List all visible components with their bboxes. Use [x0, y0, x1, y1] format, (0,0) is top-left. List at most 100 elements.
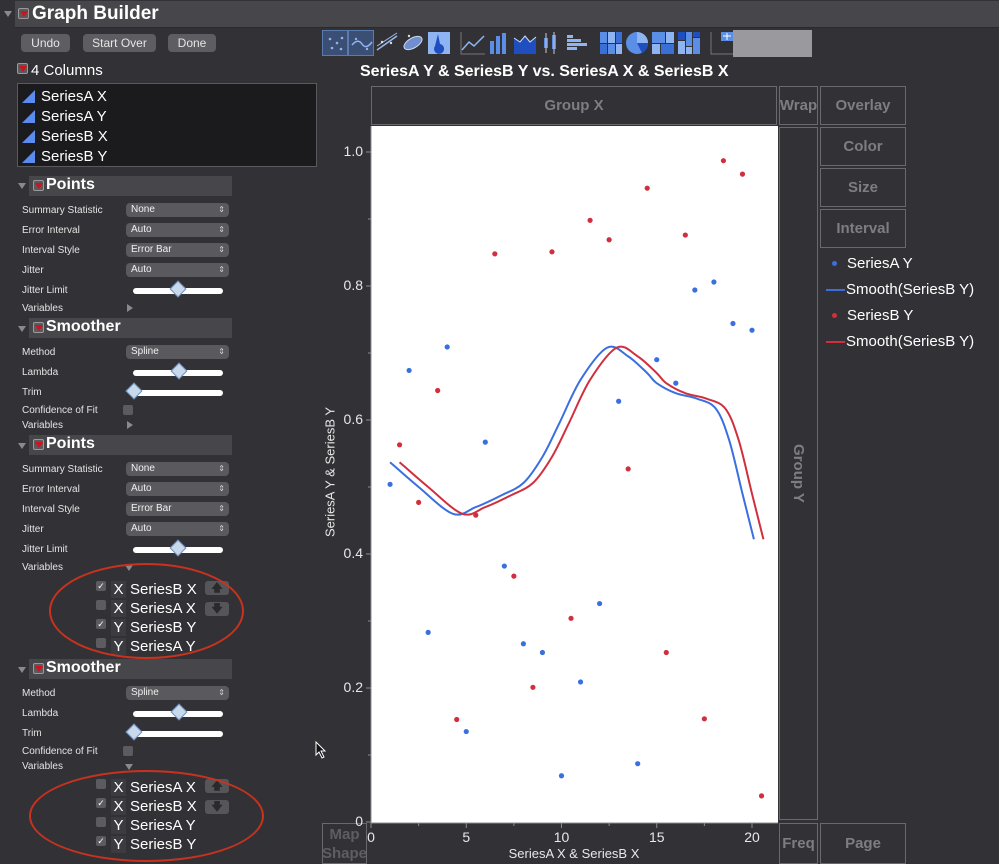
box-plot-icon[interactable] — [538, 30, 564, 56]
smoother-red-triangle-icon[interactable] — [33, 663, 44, 674]
jitter-limit-slider[interactable] — [133, 539, 223, 557]
data-point — [730, 320, 736, 327]
method-select[interactable]: Spline ⇕ — [126, 686, 229, 700]
confidence-of-fit-checkbox[interactable] — [123, 746, 133, 756]
data-point — [644, 185, 650, 191]
points-red-triangle-icon[interactable] — [33, 439, 44, 450]
start-over-button[interactable]: Start Over — [83, 34, 156, 52]
data-point — [701, 716, 707, 722]
group-x-zone[interactable]: Group X — [371, 86, 777, 125]
x-axis-label[interactable]: SeriesA X & SeriesB X — [371, 846, 777, 861]
interval-style-label: Interval Style — [22, 245, 80, 256]
expand-variables-icon[interactable] — [127, 304, 133, 312]
smoother-red-triangle-icon[interactable] — [33, 322, 44, 333]
disclosure-triangle-icon[interactable] — [4, 11, 12, 17]
mosaic-icon[interactable] — [676, 30, 702, 56]
heatmap-icon[interactable] — [598, 30, 624, 56]
column-item[interactable]: SeriesA Y — [22, 106, 107, 126]
jitter-limit-slider[interactable] — [133, 280, 223, 298]
confidence-of-fit-label: Confidence of Fit — [22, 405, 98, 416]
line-of-fit-icon[interactable] — [374, 30, 400, 56]
jitter-select[interactable]: Auto ⇕ — [126, 263, 229, 277]
smoother-panel-header: Smoother — [29, 318, 232, 338]
variables-label: Variables — [22, 420, 63, 431]
smoother-disclosure-icon[interactable] — [18, 326, 26, 332]
legend-item[interactable]: SeriesA Y — [826, 255, 913, 272]
contour-icon[interactable] — [426, 30, 452, 56]
y-tick-label: 0.4 — [343, 545, 363, 561]
legend-item[interactable]: Smooth(SeriesB Y) — [826, 333, 974, 350]
expand-variables-icon[interactable] — [127, 421, 133, 429]
group-y-zone[interactable]: Group Y — [779, 127, 818, 820]
summary-statistic-select[interactable]: None ⇕ — [126, 462, 229, 476]
data-point — [539, 649, 546, 656]
interval-style-select[interactable]: Error Bar ⇕ — [126, 243, 229, 257]
legend-item[interactable]: Smooth(SeriesB Y) — [826, 281, 974, 298]
jitter-label: Jitter — [22, 524, 44, 535]
column-item[interactable]: SeriesB Y — [22, 146, 107, 166]
summary-statistic-label: Summary Statistic — [22, 464, 103, 475]
points-icon[interactable] — [322, 30, 348, 56]
undo-button[interactable]: Undo — [21, 34, 70, 52]
slider-thumb[interactable] — [169, 280, 187, 298]
page-zone[interactable]: Page — [820, 823, 906, 864]
data-point — [425, 629, 431, 635]
trim-slider[interactable] — [125, 723, 223, 741]
histogram-icon[interactable] — [564, 30, 590, 56]
color-zone[interactable]: Color — [820, 127, 906, 166]
legend-point-marker-icon — [832, 261, 837, 266]
points-red-triangle-icon[interactable] — [33, 180, 44, 191]
column-item[interactable]: SeriesB X — [22, 126, 108, 146]
size-zone[interactable]: Size — [820, 168, 906, 207]
pie-icon[interactable] — [624, 30, 650, 56]
data-point — [711, 279, 717, 285]
line-icon[interactable] — [460, 30, 486, 56]
points-disclosure-icon[interactable] — [18, 183, 26, 189]
data-point — [587, 217, 593, 223]
data-point — [558, 773, 565, 779]
overlay-zone[interactable]: Overlay — [820, 86, 906, 125]
column-item[interactable]: SeriesA X — [22, 86, 107, 106]
slider-thumb[interactable] — [125, 382, 143, 400]
plot-area[interactable] — [371, 126, 778, 823]
smoother-icon[interactable] — [348, 30, 374, 56]
smoother-disclosure-icon[interactable] — [18, 667, 26, 673]
summary-statistic-select[interactable]: None ⇕ — [126, 203, 229, 217]
jitter-select[interactable]: Auto ⇕ — [126, 522, 229, 536]
bar-icon[interactable] — [486, 30, 512, 56]
trim-slider[interactable] — [125, 382, 223, 400]
plot-svg — [387, 158, 765, 799]
jitter-limit-label: Jitter Limit — [22, 544, 68, 555]
ellipse-icon[interactable] — [400, 30, 426, 56]
method-select[interactable]: Spline ⇕ — [126, 345, 229, 359]
variables-label: Variables — [22, 562, 63, 573]
wrap-zone[interactable]: Wrap — [779, 86, 818, 125]
points-disclosure-icon[interactable] — [18, 443, 26, 449]
treemap-icon[interactable] — [650, 30, 676, 56]
error-interval-select[interactable]: Auto ⇕ — [126, 223, 229, 237]
collapse-variables-icon[interactable] — [125, 764, 133, 770]
legend-label: SeriesB Y — [847, 307, 914, 324]
error-interval-select[interactable]: Auto ⇕ — [126, 482, 229, 496]
interval-style-select[interactable]: Error Bar ⇕ — [126, 502, 229, 516]
confidence-of-fit-checkbox[interactable] — [123, 405, 133, 415]
slider-thumb[interactable] — [170, 703, 188, 721]
done-button[interactable]: Done — [168, 34, 216, 52]
legend-item[interactable]: SeriesB Y — [826, 307, 913, 324]
legend-line-marker-icon — [826, 288, 845, 291]
slider-thumb[interactable] — [170, 362, 188, 380]
slider-thumb[interactable] — [169, 539, 187, 557]
columns-red-triangle-icon[interactable] — [17, 63, 28, 74]
data-point — [577, 679, 584, 685]
slider-thumb[interactable] — [125, 723, 143, 741]
data-point — [454, 716, 460, 723]
interval-zone[interactable]: Interval — [820, 209, 906, 248]
continuous-column-icon — [22, 89, 35, 103]
area-icon[interactable] — [512, 30, 538, 56]
x-tick-label: 20 — [744, 829, 760, 845]
red-triangle-menu-icon[interactable] — [18, 8, 29, 19]
freq-zone[interactable]: Freq — [779, 823, 818, 864]
lambda-slider[interactable] — [133, 362, 223, 380]
lambda-slider[interactable] — [133, 703, 223, 721]
data-point — [635, 761, 641, 767]
